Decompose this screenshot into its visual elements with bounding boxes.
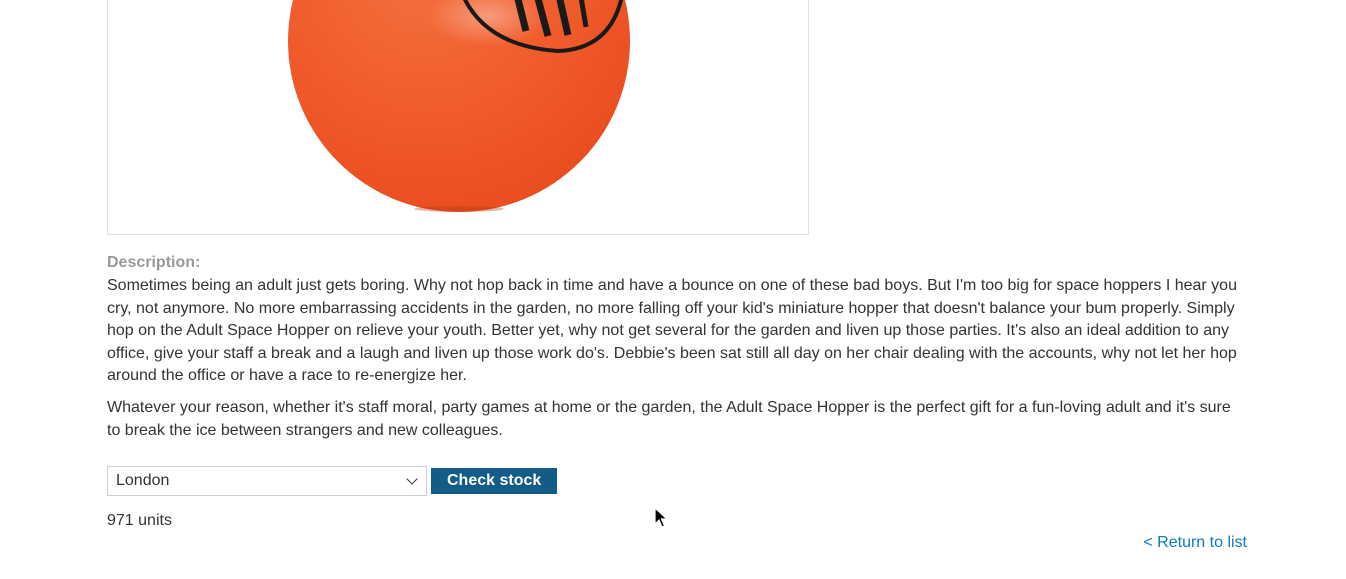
- stock-check-form: London Check stock: [107, 466, 558, 496]
- stock-result: 971 units: [107, 512, 172, 529]
- chevron-down-icon: [406, 473, 418, 485]
- return-to-list-link[interactable]: < Return to list: [1143, 534, 1247, 552]
- store-select-value: London: [116, 472, 170, 489]
- product-image: [107, 0, 809, 235]
- description-paragraph-1: Sometimes being an adult just gets borin…: [107, 277, 1237, 385]
- check-stock-button[interactable]: Check stock: [431, 468, 558, 494]
- space-hopper-image: [288, 0, 630, 212]
- description-paragraph-2: Whatever your reason, whether it's staff…: [107, 398, 1231, 439]
- product-description: Sometimes being an adult just gets borin…: [107, 275, 1247, 451]
- description-label: Description:: [107, 254, 201, 271]
- store-select[interactable]: London: [107, 466, 427, 496]
- mouse-pointer-icon: [654, 506, 669, 534]
